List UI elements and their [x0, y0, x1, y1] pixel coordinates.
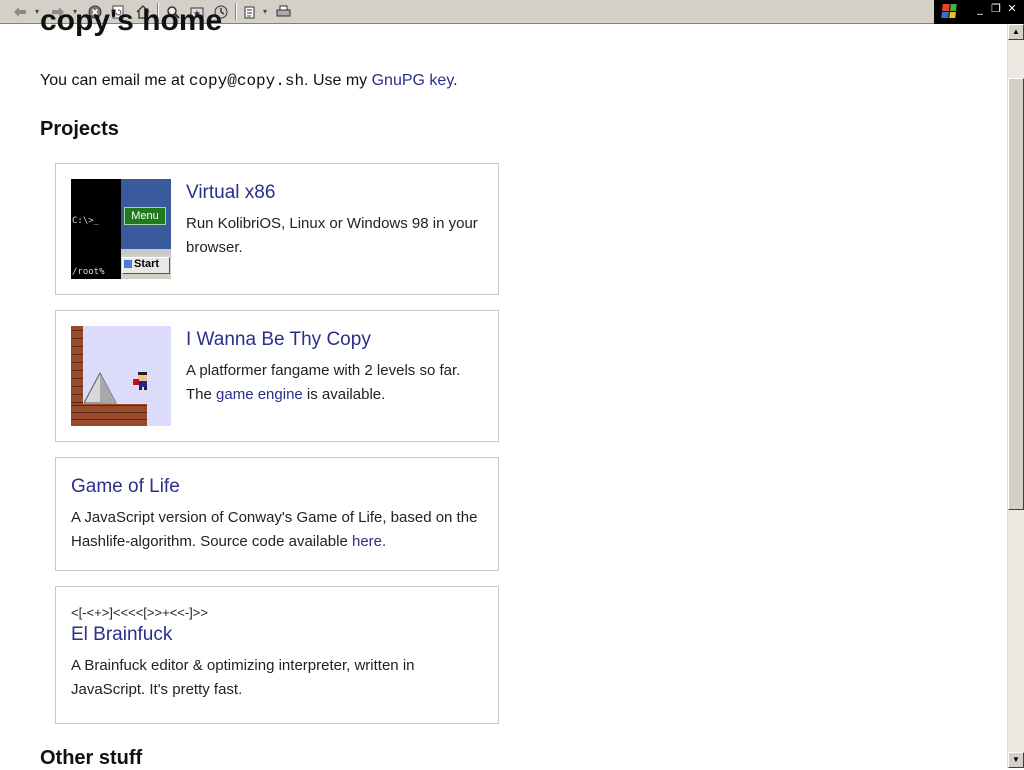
card-body: Virtual x86 Run KolibriOS, Linux or Wind…	[186, 182, 478, 260]
game-of-life-desc-suffix: .	[382, 533, 387, 550]
close-button[interactable]: ✕	[1004, 2, 1020, 16]
vertical-scrollbar[interactable]: ▲ ▼	[1007, 24, 1024, 768]
edit-icon[interactable]	[241, 3, 261, 20]
game-engine-link[interactable]: game engine	[216, 386, 303, 403]
minimize-button[interactable]: _	[972, 2, 988, 16]
print-icon[interactable]	[273, 3, 293, 20]
player-sprite-icon	[133, 372, 147, 390]
scroll-up-button[interactable]: ▲	[1008, 24, 1024, 40]
el-brainfuck-description: A Brainfuck editor & optimizing interpre…	[71, 657, 415, 698]
i-wanna-title-link[interactable]: I Wanna Be Thy Copy	[186, 329, 478, 351]
project-card-virtual-x86: C:\>_ /root% Menu Start Virtual x86 Run …	[55, 163, 499, 295]
scroll-down-button[interactable]: ▼	[1008, 752, 1024, 768]
thumb-prompt: C:\>_	[72, 216, 100, 226]
i-wanna-desc-suffix: is available.	[302, 386, 386, 403]
game-of-life-description: A JavaScript version of Conway's Game of…	[71, 506, 478, 554]
intro-suffix: .	[453, 72, 458, 89]
intro-text: You can email me at copy@copy.sh. Use my…	[40, 72, 458, 90]
game-of-life-title-link[interactable]: Game of Life	[71, 476, 478, 498]
other-stuff-heading: Other stuff	[40, 747, 143, 769]
thumb-root: /root%	[72, 267, 105, 277]
project-card-game-of-life: Game of Life A JavaScript version of Con…	[55, 457, 499, 571]
email-address: copy@copy.sh	[188, 72, 305, 90]
project-card-el-brainfuck: <[-<+>]<<<<[>>+<<-]>> El Brainfuck A Bra…	[55, 586, 499, 724]
el-brainfuck-title-link[interactable]: El Brainfuck	[71, 624, 478, 646]
project-card-i-wanna-be-thy-copy: I Wanna Be Thy Copy A platformer fangame…	[55, 310, 499, 442]
spike-icon	[83, 372, 117, 404]
virtual-x86-thumbnail[interactable]: C:\>_ /root% Menu Start	[71, 179, 171, 279]
scroll-thumb[interactable]	[1008, 78, 1024, 510]
brainfuck-code-snippet: <[-<+>]<<<<[>>+<<-]>>	[71, 605, 208, 620]
virtual-x86-description: Run KolibriOS, Linux or Windows 98 in yo…	[186, 215, 478, 256]
card-body: <[-<+>]<<<<[>>+<<-]>> El Brainfuck A Bra…	[71, 605, 478, 702]
window-controls: _ ❐ ✕	[934, 0, 1024, 24]
thumb-start: Start	[134, 258, 160, 270]
projects-heading: Projects	[40, 118, 119, 140]
game-of-life-desc-prefix: A JavaScript version of Conway's Game of…	[71, 509, 478, 550]
source-code-here-link[interactable]: here	[352, 533, 382, 550]
intro-middle: . Use my	[304, 72, 372, 89]
back-icon[interactable]	[10, 3, 30, 20]
card-body: I Wanna Be Thy Copy A platformer fangame…	[186, 329, 478, 407]
intro-prefix: You can email me at	[40, 72, 189, 89]
edit-dropdown-icon[interactable]: ▾	[261, 3, 269, 20]
virtual-x86-title-link[interactable]: Virtual x86	[186, 182, 478, 204]
card-body: Game of Life A JavaScript version of Con…	[71, 476, 478, 554]
restore-button[interactable]: ❐	[988, 2, 1004, 16]
thumb-start-flag-icon	[124, 260, 132, 268]
thumb-menu: Menu	[124, 207, 166, 225]
gnupg-key-link[interactable]: GnuPG key	[372, 72, 454, 89]
i-wanna-description: A platformer fangame with 2 levels so fa…	[186, 359, 478, 407]
i-wanna-thumbnail[interactable]	[71, 326, 171, 426]
toolbar-separator	[235, 3, 237, 20]
page-title: copy's home	[40, 4, 223, 37]
windows-logo-icon	[941, 4, 957, 18]
